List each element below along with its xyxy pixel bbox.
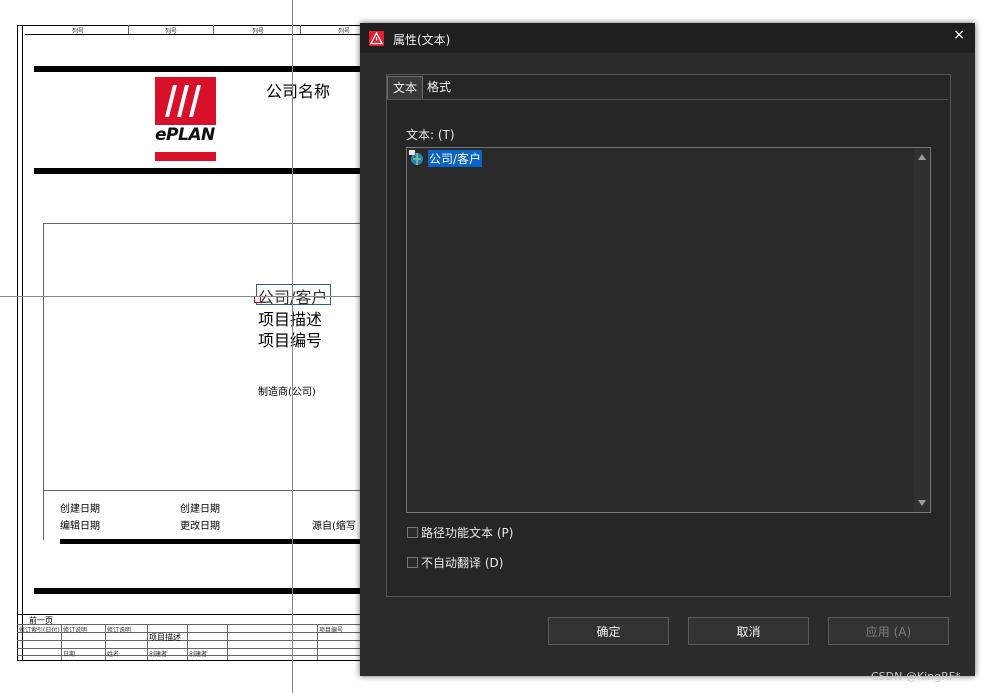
eplan-app-icon [369,31,384,46]
no-auto-translate-label[interactable]: 不自动翻译 (D) [421,554,503,571]
header-cell: 列号 [252,28,265,35]
watermark-text: CSDN @KingRF* [871,670,961,683]
scroll-down-icon[interactable] [918,500,926,506]
tab-text[interactable]: 文本 [387,76,424,99]
manufacturer-text[interactable]: 制造商(公司) [258,383,316,398]
tb-cell: 创建者 [189,651,208,658]
created-date-label: 创建日期 [60,504,100,515]
dialog-title: 属性(文本) [393,33,451,47]
tb-cell: 日期 [63,651,76,658]
eplan-logo-icon [155,77,216,161]
edit-date-label: 编辑日期 [60,521,100,532]
drawing-canvas[interactable]: 列号 列号 列号 列号 ePLAN 公司名称 公司/客户 项目描述 项目编号 制… [0,0,360,693]
tb-cell: (日付) [43,627,60,634]
tb-cell: 姓名 [107,651,120,658]
header-cell: 列号 [338,28,351,35]
tab-format[interactable]: 格式 [422,76,456,98]
scroll-up-icon[interactable] [918,154,926,160]
modified-date-label: 更改日期 [180,521,220,532]
tb-cell: 修订说明 [107,627,132,634]
tb-cell: 项目编号 [319,627,344,634]
language-flag-icon [409,150,423,165]
created-date-label: 创建日期 [180,504,220,515]
ok-button[interactable]: 确定 [548,617,669,645]
title-block: 前一页 项目描述 修订索引 (日付) 修订说明 修订说明 项目编号 日期 姓名 … [17,614,360,660]
cancel-button[interactable]: 取消 [688,617,809,645]
tb-cell: 修订说明 [63,627,88,634]
apply-button[interactable]: 应用 (A) [828,617,949,645]
source-label: 源自(缩写 [312,521,356,532]
text-value-selected[interactable]: 公司/客户 [428,150,483,167]
properties-dialog: 属性(文本) × 文本 格式 文本: (T) 公司/客户 路径功能文本 (P) … [360,23,975,676]
header-cell: 列号 [165,28,178,35]
crosshair-horizontal [0,296,360,297]
eplan-logo: ePLAN [155,77,216,161]
tb-project-desc: 项目描述 [149,633,181,642]
path-function-text-checkbox[interactable] [407,527,418,538]
dialog-titlebar[interactable]: 属性(文本) × [360,23,975,53]
company-name-text[interactable]: 公司名称 [266,78,330,102]
project-number-text[interactable]: 项目编号 [258,327,322,351]
tb-cell: 创建者 [149,651,168,658]
text-field-label: 文本: (T) [406,128,455,142]
no-auto-translate-checkbox[interactable] [407,557,418,568]
header-cell: 列号 [72,28,85,35]
crosshair-vertical [292,0,293,693]
text-area-scrollbar[interactable] [914,148,930,512]
path-function-text-label[interactable]: 路径功能文本 (P) [421,524,513,541]
eplan-logo-text: ePLAN [155,125,215,145]
text-input-area[interactable]: 公司/客户 [406,147,931,513]
close-icon[interactable]: × [953,27,965,43]
tb-cell: 修订索引 [19,627,44,634]
